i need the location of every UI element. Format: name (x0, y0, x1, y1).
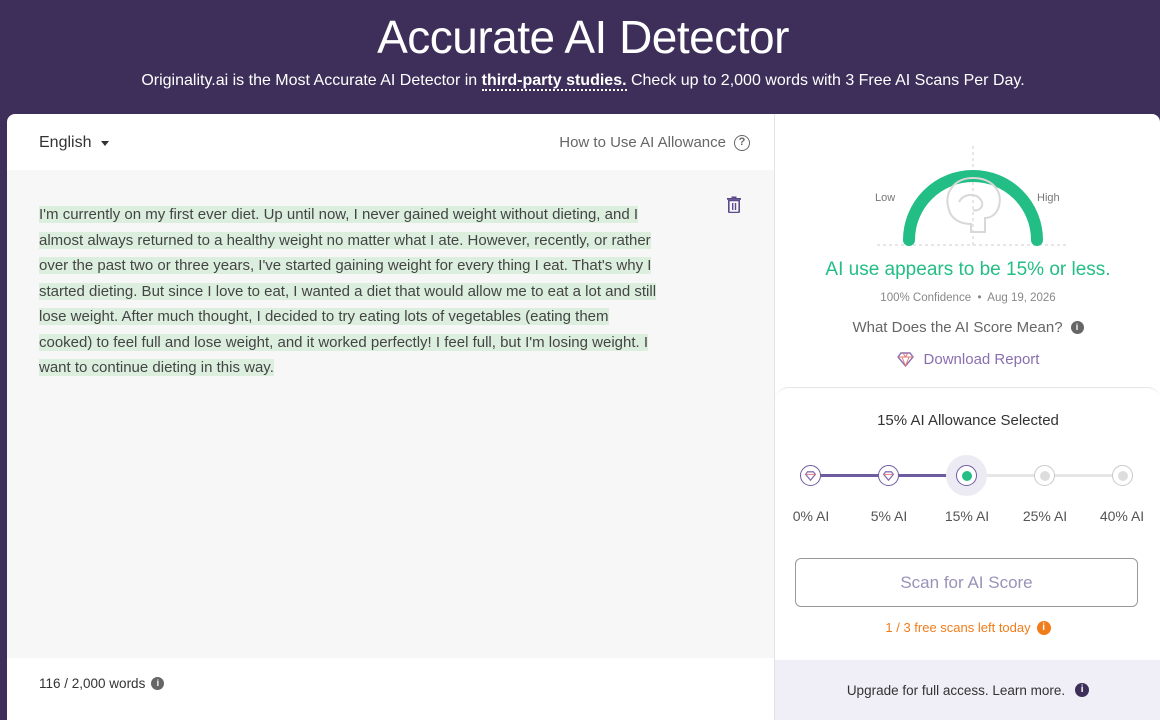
highlighted-line: I'm currently on my first ever diet. Up … (39, 206, 638, 223)
page-subtitle: Originality.ai is the Most Accurate AI D… (0, 72, 1160, 91)
separator-dot: • (974, 292, 985, 304)
slider-stop-0[interactable] (800, 465, 821, 486)
language-label: English (39, 134, 92, 151)
result-headline: AI use appears to be 15% or less. (825, 259, 1111, 280)
upgrade-banner[interactable]: Upgrade for full access. Learn more. i (775, 660, 1160, 720)
download-label: Download Report (923, 351, 1040, 368)
slider-stop-3[interactable] (1034, 465, 1055, 486)
confidence-value: 100% Confidence (880, 292, 972, 304)
allowance-title: 15% AI Allowance Selected (877, 412, 1059, 429)
highlighted-line: over the past two or three years, I've s… (39, 257, 652, 274)
gem-icon (805, 470, 816, 481)
highlighted-line: almost always returned to a healthy weig… (39, 231, 651, 249)
slider-stop-4[interactable] (1112, 465, 1133, 486)
free-scans-notice: 1 / 3 free scans left today i (775, 620, 1160, 635)
brain-icon (946, 176, 1001, 233)
text-editor[interactable]: I'm currently on my first ever diet. Up … (7, 170, 774, 658)
download-report-button[interactable]: Download Report (775, 351, 1160, 368)
scan-button[interactable]: Scan for AI Score (795, 558, 1138, 607)
allowance-option-label: 5% AI (870, 508, 908, 524)
how-to-label: How to Use AI Allowance (559, 134, 726, 151)
info-icon[interactable]: i (1036, 620, 1051, 635)
word-count-label: 116 / 2,000 words (39, 676, 146, 691)
slider-thumb[interactable] (956, 465, 977, 486)
allowance-slider[interactable] (799, 454, 1133, 496)
editor-content[interactable]: I'm currently on my first ever diet. Up … (39, 202, 709, 381)
score-meaning-label: What Does the AI Score Mean? (852, 319, 1063, 336)
slider-stop-1[interactable] (878, 465, 899, 486)
stop-dot (1117, 470, 1128, 481)
allowance-option-label: 25% AI (1022, 508, 1068, 524)
editor-panel: English How to Use AI Allowance ? I'm cu… (7, 114, 774, 720)
word-count: 116 / 2,000 words i (39, 676, 165, 691)
upgrade-label: Upgrade for full access. Learn more. (846, 682, 1066, 698)
help-icon: ? (734, 134, 750, 151)
highlighted-line: started dieting. But since I love to eat… (39, 282, 657, 300)
highlighted-line: cooked) to feel full and lose weight, an… (39, 333, 649, 351)
allowance-option-label: 0% AI (792, 508, 830, 524)
gauge-low-label: Low (875, 192, 896, 204)
info-icon: i (1075, 683, 1090, 697)
scan-date: Aug 19, 2026 (987, 292, 1056, 304)
how-to-use-link[interactable]: How to Use AI Allowance ? (559, 134, 750, 151)
selected-dot (961, 470, 972, 481)
highlighted-line: want to continue dieting in this way. (39, 359, 274, 376)
results-panel: Low High AI use appears to be 15% or les… (774, 114, 1160, 720)
language-select[interactable]: English (39, 134, 110, 152)
third-party-studies-link[interactable]: third-party studies. (481, 72, 627, 91)
slider-stop-2[interactable] (946, 455, 987, 496)
allowance-option-label: 40% AI (1099, 508, 1145, 524)
score-meaning-link[interactable]: What Does the AI Score Mean? i (775, 319, 1160, 336)
confidence-line: 100% Confidence • Aug 19, 2026 (775, 292, 1160, 304)
free-scans-label: 1 / 3 free scans left today (885, 620, 1031, 635)
gauge-high-label: High (1037, 192, 1060, 204)
info-icon[interactable]: i (151, 677, 165, 690)
gem-icon (896, 352, 914, 367)
detector-card: English How to Use AI Allowance ? I'm cu… (7, 114, 1160, 720)
subtitle-text-end: Check up to 2,000 words with 3 Free AI S… (626, 72, 1025, 89)
chevron-down-icon (101, 140, 110, 146)
gem-icon (883, 470, 894, 481)
stop-dot (1039, 470, 1050, 481)
trash-icon[interactable] (726, 196, 742, 213)
subtitle-text-start: Originality.ai is the Most Accurate AI D… (141, 72, 482, 89)
highlighted-line: lose weight. After much thought, I decid… (39, 308, 609, 325)
allowance-option-label: 15% AI (944, 508, 990, 524)
info-icon: i (1070, 321, 1084, 334)
page-title: Accurate AI Detector (377, 11, 789, 63)
